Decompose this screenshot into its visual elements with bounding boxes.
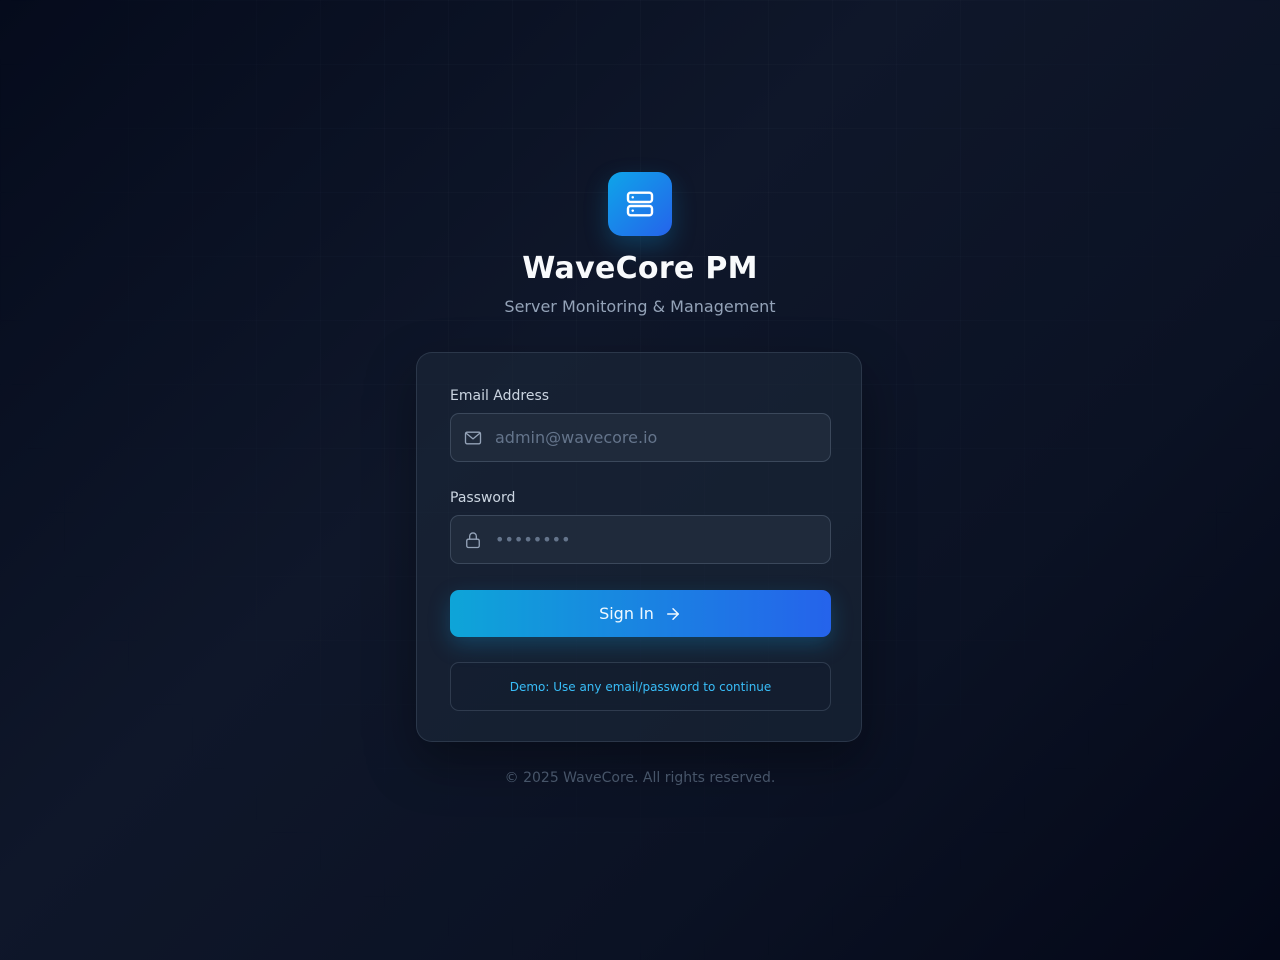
demo-notice: Demo: Use any email/password to continue	[450, 662, 831, 711]
app-subtitle: Server Monitoring & Management	[504, 297, 776, 316]
password-label: Password	[450, 490, 516, 506]
email-label: Email Address	[450, 388, 550, 404]
email-input[interactable]	[495, 414, 815, 461]
email-field-wrapper	[450, 413, 831, 462]
login-card: Email Address Password Sign In Demo	[416, 352, 862, 742]
server-icon	[624, 188, 656, 220]
app-logo	[608, 172, 672, 236]
app-title: WaveCore PM	[522, 251, 758, 286]
password-field-wrapper	[450, 515, 831, 564]
sign-in-label: Sign In	[599, 604, 654, 623]
mail-icon	[462, 427, 484, 449]
sign-in-button[interactable]: Sign In	[450, 590, 831, 637]
arrow-right-icon	[664, 605, 682, 623]
footer-copyright: © 2025 WaveCore. All rights reserved.	[504, 770, 776, 786]
lock-icon	[462, 529, 484, 551]
password-input[interactable]	[495, 516, 815, 563]
